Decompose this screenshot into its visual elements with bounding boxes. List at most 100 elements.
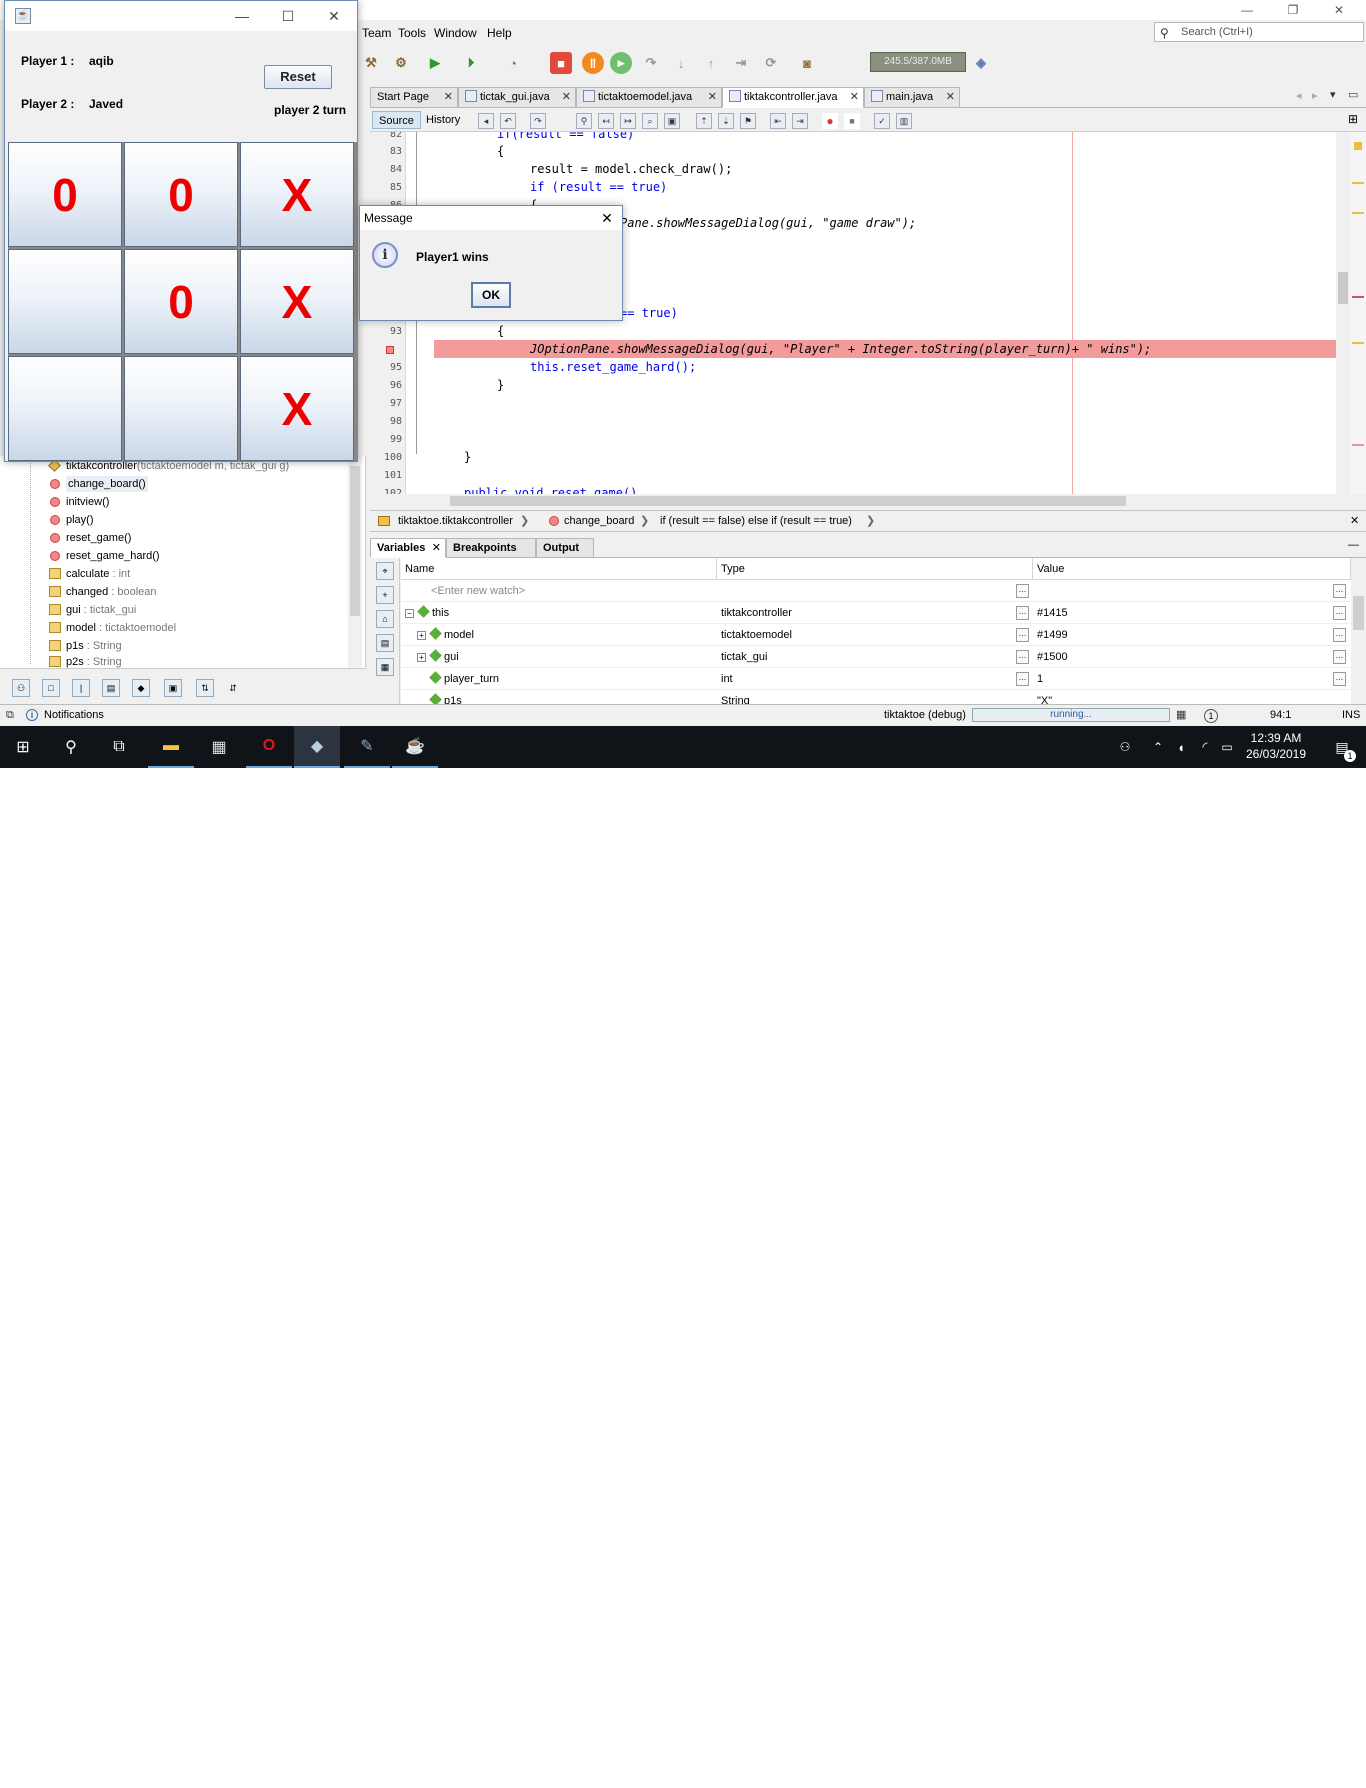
board-cell-1[interactable]: 0 xyxy=(8,142,122,247)
variables-scrollbar[interactable] xyxy=(1351,580,1366,704)
close-icon[interactable]: ✕ xyxy=(596,206,618,230)
nav-field-gui[interactable]: gui : tictak_gui xyxy=(49,602,136,618)
netbeans-icon[interactable]: ◆ xyxy=(294,726,340,768)
clock[interactable]: 12:39 AM 26/03/2019 xyxy=(1236,730,1316,762)
close-breadcrumb-icon[interactable]: ✕ xyxy=(1350,511,1359,531)
sort-by-name-icon[interactable]: ⇅ xyxy=(196,679,214,697)
editor-vertical-scrollbar[interactable] xyxy=(1336,132,1350,494)
nav-method-change-board[interactable]: change_board() xyxy=(50,476,148,492)
memory-indicator[interactable]: 245.5/387.0MB xyxy=(870,52,966,72)
debug-session-label[interactable]: tiktaktoe (debug) xyxy=(884,705,966,725)
take-snapshot-icon[interactable]: ◙ xyxy=(796,52,818,74)
error-stripe[interactable] xyxy=(1350,132,1366,494)
show-non-public-icon[interactable]: ▤ xyxy=(102,679,120,697)
watch-icon[interactable]: ⌖ xyxy=(376,562,394,580)
variable-value[interactable]: "X" xyxy=(1037,690,1052,704)
column-header-value[interactable]: Value xyxy=(1033,558,1351,580)
ok-button[interactable]: OK xyxy=(471,282,511,308)
nav-field-model[interactable]: model : tictaktoemodel xyxy=(49,620,176,636)
board-cell-4[interactable] xyxy=(8,249,122,354)
clean-build-icon[interactable]: ⚒ xyxy=(360,52,382,74)
forward-icon[interactable]: ↷ xyxy=(530,113,546,129)
people-icon[interactable]: ⚇ xyxy=(1110,726,1140,768)
restore-button[interactable]: ❐ xyxy=(1270,0,1316,20)
media-app-icon[interactable]: ▦ xyxy=(196,726,242,768)
table-row[interactable]: player_turn int … 1 … xyxy=(401,668,1351,690)
minimize-panel-icon[interactable]: — xyxy=(1348,539,1359,551)
step-into-icon[interactable]: ↓ xyxy=(670,52,692,74)
scroll-tabs-right-icon[interactable]: ▸ xyxy=(1312,89,1318,102)
new-watch-icon[interactable]: + xyxy=(376,586,394,604)
watch-row[interactable]: <Enter new watch> … … xyxy=(401,580,1351,602)
tab-tictak-gui[interactable]: tictak_gui.java ✕ xyxy=(458,87,576,108)
continue-icon[interactable]: ▸ xyxy=(610,52,632,74)
close-tab-icon[interactable]: ✕ xyxy=(432,539,441,557)
find-prev-icon[interactable]: ↤ xyxy=(598,113,614,129)
more-button[interactable]: … xyxy=(1016,672,1029,686)
more-button[interactable]: … xyxy=(1016,628,1029,642)
table-row[interactable]: p1s String "X" xyxy=(401,690,1351,704)
search-input[interactable]: ⚲ Search (Ctrl+I) xyxy=(1154,22,1364,42)
nav-method-play[interactable]: play() xyxy=(50,512,94,528)
back-icon[interactable]: ↶ xyxy=(500,113,516,129)
more-button[interactable]: … xyxy=(1333,650,1346,664)
table-row[interactable]: − this tiktakcontroller … #1415 … xyxy=(401,602,1351,624)
shift-right-icon[interactable]: ⇥ xyxy=(792,113,808,129)
profile-icon[interactable]: ◔ xyxy=(502,52,524,74)
tab-history[interactable]: History xyxy=(420,111,466,129)
menu-tools[interactable]: Tools xyxy=(398,26,426,40)
board-cell-3[interactable]: X xyxy=(240,142,354,247)
run-icon[interactable]: ▶ xyxy=(424,52,446,74)
nav-method-reset-game-hard[interactable]: reset_game_hard() xyxy=(50,548,160,564)
tab-tictaktoemodel[interactable]: tictaktoemodel.java ✕ xyxy=(576,87,722,108)
more-button[interactable]: … xyxy=(1333,584,1346,598)
breadcrumb-method[interactable]: change_board xyxy=(564,511,634,531)
tab-main[interactable]: main.java ✕ xyxy=(864,87,960,108)
nav-field-calculate[interactable]: calculate : int xyxy=(49,566,130,582)
stop-icon[interactable]: ■ xyxy=(550,52,572,74)
variable-value[interactable]: 1 xyxy=(1037,668,1043,690)
column-header-name[interactable]: Name xyxy=(401,558,717,580)
expand-icon[interactable]: + xyxy=(417,653,426,662)
wifi-icon[interactable]: ◜ xyxy=(1194,726,1216,768)
battery-icon[interactable]: ▭ xyxy=(1216,726,1238,768)
board-cell-7[interactable] xyxy=(8,356,122,461)
gc-icon[interactable]: ◈ xyxy=(970,52,992,74)
pause-icon[interactable]: ‖ xyxy=(582,52,604,74)
paint-icon[interactable]: ✎ xyxy=(344,726,390,768)
minimize-button[interactable]: — xyxy=(1224,0,1270,20)
find-icon[interactable]: ⚲ xyxy=(576,113,592,129)
notifications-label[interactable]: Notifications xyxy=(44,705,104,725)
collapse-icon[interactable]: − xyxy=(405,609,414,618)
close-button[interactable]: ✕ xyxy=(1316,0,1362,20)
breadcrumb-class[interactable]: tiktaktoe.tiktakcontroller xyxy=(398,511,513,531)
table-row[interactable]: + gui tictak_gui … #1500 … xyxy=(401,646,1351,668)
scroll-thumb[interactable] xyxy=(450,496,1126,506)
close-tab-icon[interactable]: ✕ xyxy=(946,88,955,107)
java-app-icon[interactable]: ☕ xyxy=(392,726,438,768)
tab-output[interactable]: Output xyxy=(536,538,594,558)
navigator-scrollbar[interactable] xyxy=(348,456,362,668)
opera-icon[interactable]: O xyxy=(246,726,292,768)
task-view-icon[interactable]: ⧉ xyxy=(96,726,142,768)
file-explorer-icon[interactable]: ▬ xyxy=(148,726,194,768)
board-cell-9[interactable]: X xyxy=(240,356,354,461)
find-next-icon[interactable]: ↦ xyxy=(620,113,636,129)
nav-field-changed[interactable]: changed : boolean xyxy=(49,584,157,600)
step-out-icon[interactable]: ↑ xyxy=(700,52,722,74)
scroll-thumb[interactable] xyxy=(1338,272,1348,304)
progress-bar[interactable]: running... xyxy=(972,708,1170,722)
nav-field-p1s[interactable]: p1s : String xyxy=(49,638,122,654)
nav-method-reset-game[interactable]: reset_game() xyxy=(50,530,131,546)
expand-icon[interactable]: + xyxy=(417,631,426,640)
variable-value[interactable]: #1500 xyxy=(1037,646,1068,668)
show-inner-icon[interactable]: ◆ xyxy=(132,679,150,697)
board-cell-6[interactable]: X xyxy=(240,249,354,354)
board-cell-5[interactable]: 0 xyxy=(124,249,238,354)
reset-button[interactable]: Reset xyxy=(264,65,332,89)
next-bookmark-icon[interactable]: ⇣ xyxy=(718,113,734,129)
minimize-button[interactable]: — xyxy=(219,1,265,31)
watch-placeholder[interactable]: <Enter new watch> xyxy=(431,580,525,602)
nav-method-initview[interactable]: initview() xyxy=(50,494,109,510)
close-button[interactable]: ✕ xyxy=(311,1,357,31)
